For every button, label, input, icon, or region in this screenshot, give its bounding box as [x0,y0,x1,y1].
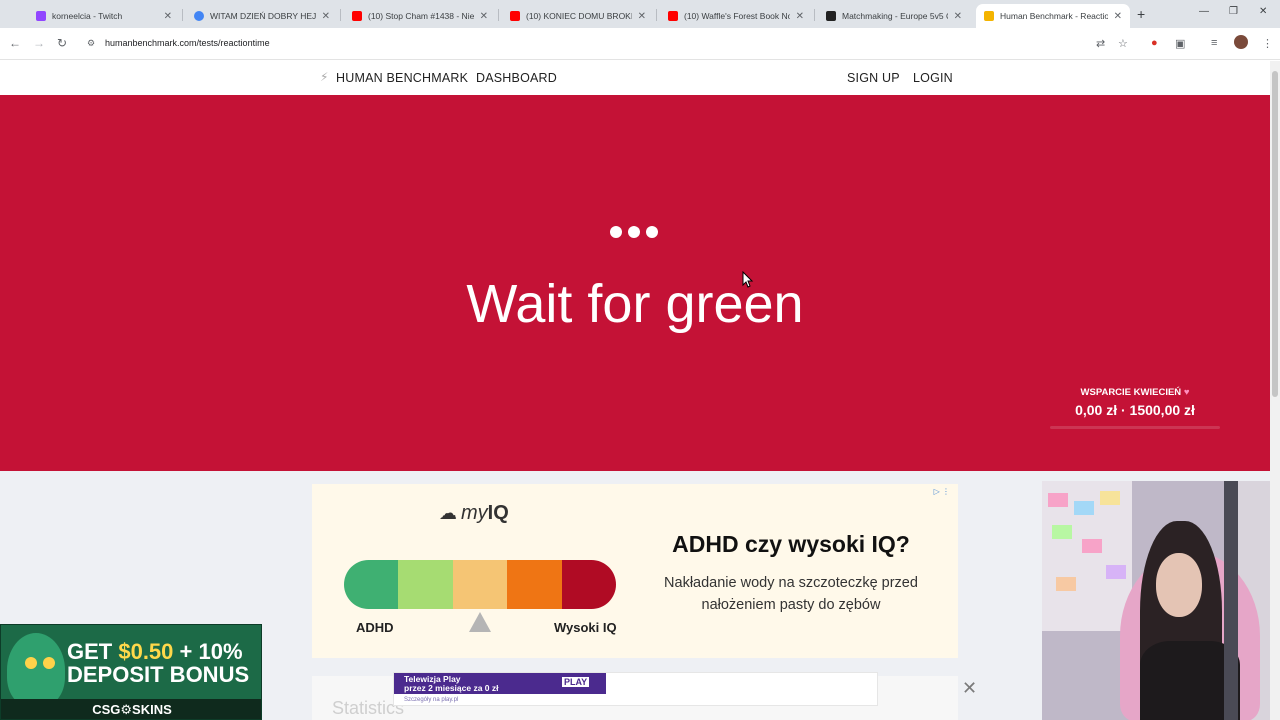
whiteboard-background [1042,481,1132,631]
site-favicon-icon [194,11,204,21]
status-text: Wait for green [466,274,804,334]
tab-title: (10) Waffle's Forest Book Nook [684,11,790,21]
play-logo: PLAY [562,677,590,687]
tab-divider [498,9,499,21]
tab-youtube-1[interactable]: (10) Stop Cham #1438 - Niebe ✕ [344,4,496,28]
tab-youtube-3[interactable]: (10) Waffle's Forest Book Nook ✕ [660,4,812,28]
brand-link[interactable]: HUMAN BENCHMARK [336,71,468,85]
url-text: humanbenchmark.com/tests/reactiontime [105,38,270,48]
youtube-favicon-icon [510,11,520,21]
brain-icon: ☁ [439,503,457,523]
bookmark-star-icon[interactable]: ☆ [1118,37,1128,50]
tab-title: Matchmaking - Europe 5v5 Qu [842,11,948,21]
menu-kebab-icon[interactable]: ⋮ [1262,37,1273,50]
dashboard-link[interactable]: DASHBOARD [476,71,557,85]
new-tab-icon[interactable]: + [1137,6,1145,22]
tab-title: Human Benchmark - Reaction [1000,11,1108,21]
promo-line-2: DEPOSIT BONUS [67,662,250,687]
youtube-favicon-icon [668,11,678,21]
monster-mascot-icon [7,633,65,707]
banner-line-2: przez 2 miesiące za 0 zł [404,683,499,693]
restore-icon[interactable]: ❐ [1229,6,1238,17]
close-ad-icon[interactable]: ✕ [962,678,977,699]
tab-matchmaking[interactable]: Matchmaking - Europe 5v5 Qu ✕ [818,4,970,28]
heart-icon: ♥ [1183,387,1190,398]
tab-twitch[interactable]: korneelcia - Twitch ✕ [28,4,180,28]
advertisement-myiq[interactable]: ▷ ⋮ ☁ myIQ ADHD Wysoki IQ ADHD czy wysoki… [312,484,958,658]
donation-widget: WSPARCIE KWIECIEŃ ♥ 0,00 zł · 1500,00 zł [1050,387,1220,429]
scrollbar-thumb[interactable] [1272,71,1278,397]
extension-icon[interactable]: ● [1151,37,1158,49]
lightning-bolt-icon: ⚡ [320,70,329,84]
login-link[interactable]: LOGIN [913,71,953,85]
tab-human-benchmark[interactable]: Human Benchmark - Reaction ✕ [976,4,1130,28]
close-tab-icon[interactable]: ✕ [480,11,488,22]
tab-stream[interactable]: WITAM DZIEŃ DOBRY HEJ 🌷 G ✕ [186,4,338,28]
signup-link[interactable]: SIGN UP [847,71,900,85]
scale-pointer-icon [469,612,491,632]
minimize-icon[interactable]: — [1199,6,1209,17]
casino-promo-overlay: GET $0.50 + 10% DEPOSIT BONUS CSG⚙SKINS [0,624,262,720]
twitch-favicon-icon [36,11,46,21]
promo-brand: CSG⚙SKINS [1,699,261,719]
tab-divider [182,9,183,21]
scale-label-left: ADHD [356,620,394,635]
close-tab-icon[interactable]: ✕ [796,11,804,22]
page-scrollbar[interactable] [1270,61,1280,720]
tab-divider [656,9,657,21]
banner-ad-play[interactable]: Telewizja Play przez 2 miesiące za 0 zł … [393,672,878,706]
promo-get: GET [67,639,119,664]
media-controls-icon[interactable]: ≡ [1211,37,1217,49]
promo-amount: $0.50 [118,639,174,664]
back-icon[interactable]: ← [9,36,21,50]
headset-icon [1224,481,1238,720]
promo-percent: + 10% [173,639,243,664]
forward-icon[interactable]: → [33,36,45,50]
tab-divider [814,9,815,21]
banner-url: Szczegóły na play.pl [404,697,459,703]
browser-toolbar: ← → ↻ ⚙ humanbenchmark.com/tests/reactio… [0,28,1280,60]
human-benchmark-favicon-icon [984,11,994,21]
donation-amounts: 0,00 zł · 1500,00 zł [1075,402,1195,418]
ad-logo: ☁ myIQ [439,502,509,525]
extensions-puzzle-icon[interactable]: ▣ [1175,37,1185,50]
tab-title: korneelcia - Twitch [52,11,123,21]
streamer-webcam [1042,481,1280,720]
close-tab-icon[interactable]: ✕ [164,11,172,22]
reload-icon[interactable]: ↻ [57,36,67,50]
close-tab-icon[interactable]: ✕ [322,11,330,22]
translate-icon[interactable]: ⇄ [1096,37,1105,50]
tab-title: (10) Stop Cham #1438 - Niebe [368,11,474,21]
scale-label-right: Wysoki IQ [554,620,617,635]
address-bar[interactable]: ⚙ humanbenchmark.com/tests/reactiontime [78,31,1140,57]
donation-progress-bar [1050,426,1220,429]
close-tab-icon[interactable]: ✕ [1114,11,1122,22]
close-tab-icon[interactable]: ✕ [638,11,646,22]
streamer-face [1156,553,1202,617]
tab-title: WITAM DZIEŃ DOBRY HEJ 🌷 G [210,10,316,21]
adchoices-icon[interactable]: ▷ ⋮ [934,487,950,496]
youtube-favicon-icon [352,11,362,21]
tab-youtube-2[interactable]: (10) KONIEC DOMU BROKIES! ✕ [502,4,654,28]
site-info-icon[interactable]: ⚙ [87,38,95,49]
donation-title: WSPARCIE KWIECIEŃ [1080,387,1182,398]
mouse-cursor-icon [742,271,754,288]
waiting-dots-icon [610,226,658,238]
profile-avatar[interactable] [1234,35,1248,49]
site-navbar: ⚡ HUMAN BENCHMARK DASHBOARD SIGN UP LOGI… [0,61,1270,95]
ad-logo-prefix: my [461,502,488,524]
reaction-test-area[interactable]: Wait for green WSPARCIE KWIECIEŃ ♥ 0,00 … [0,95,1270,471]
browser-tab-strip: korneelcia - Twitch ✕ WITAM DZIEŃ DOBRY … [0,0,1280,28]
faceit-favicon-icon [826,11,836,21]
ad-body: Nakładanie wody na szczoteczkę przed nał… [664,575,918,613]
ad-headline: ADHD czy wysoki IQ? [672,531,910,557]
iq-scale-bar [344,560,616,609]
close-window-icon[interactable]: ✕ [1259,6,1267,17]
tab-divider [340,9,341,21]
ad-logo-bold: IQ [487,502,509,524]
close-tab-icon[interactable]: ✕ [954,11,962,22]
tab-title: (10) KONIEC DOMU BROKIES! [526,11,632,21]
